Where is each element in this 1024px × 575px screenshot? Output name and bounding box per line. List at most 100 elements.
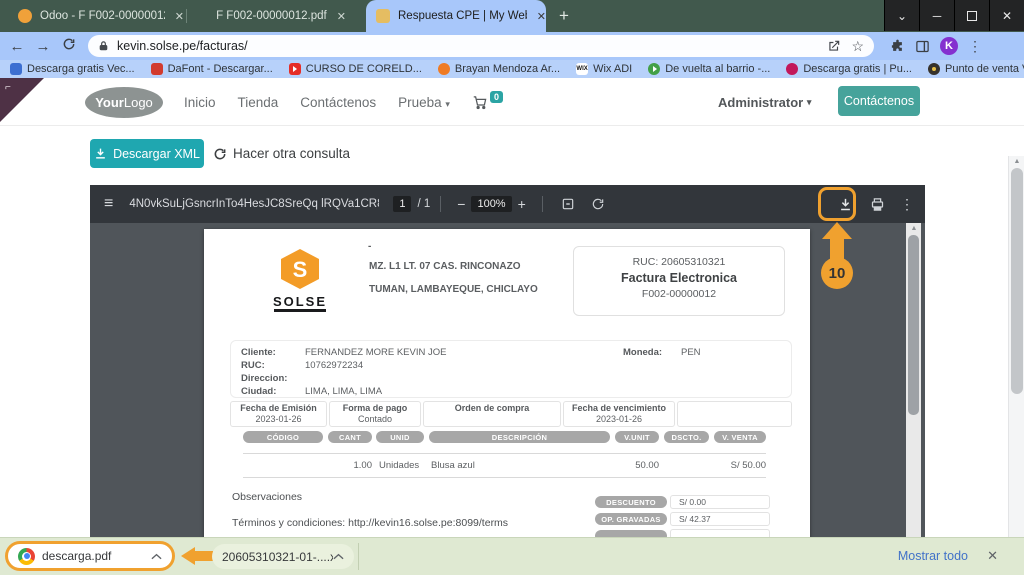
retry-query-button[interactable]: Hacer otra consulta [213, 139, 350, 168]
refresh-icon [213, 147, 227, 161]
pdf-scrollbar-thumb[interactable] [908, 235, 919, 415]
address-bar[interactable]: kevin.solse.pe/facturas/ ☆ [88, 35, 874, 57]
tab-close-icon[interactable]: ✕ [537, 10, 546, 23]
total-taxed-label: OP. GRAVADAS [595, 513, 667, 525]
forward-icon[interactable]: → [30, 38, 56, 55]
bookmark-favicon [928, 63, 940, 75]
youtube-favicon [289, 63, 301, 75]
cart-count-badge: 0 [490, 91, 503, 103]
contact-button[interactable]: Contáctenos [838, 86, 920, 116]
reload-icon[interactable] [56, 37, 82, 55]
back-icon[interactable]: ← [4, 38, 30, 55]
col-vventa: V. VENTA [714, 431, 766, 443]
logo-text-bold: Your [95, 95, 124, 110]
close-downloads-icon[interactable]: ✕ [987, 548, 998, 564]
bookmark-label: De vuelta al barrio -... [665, 63, 770, 75]
bookmark-favicon [10, 63, 22, 75]
close-button[interactable]: ✕ [989, 0, 1024, 31]
bookmarks-bar: Descarga gratis Vec... DaFont - Descarga… [0, 60, 1024, 78]
pdf-page-input[interactable]: 1 [393, 196, 411, 212]
rotate-icon[interactable] [591, 197, 605, 211]
bookmark-favicon [438, 63, 450, 75]
nav-prueba[interactable]: Prueba ▾ [398, 95, 450, 110]
currency-value: PEN [681, 347, 701, 358]
download-chip-pdf[interactable]: descarga.pdf [5, 541, 175, 571]
solse-logo-text: SOLSE [256, 294, 344, 309]
col-cant: CANT [328, 431, 372, 443]
bookmark-item[interactable]: WIXWix ADI [576, 63, 632, 75]
page-scrollbar-thumb[interactable] [1011, 168, 1023, 394]
share-icon[interactable] [827, 39, 841, 53]
bookmark-item[interactable]: CURSO DE CORELD... [289, 63, 422, 75]
fit-page-icon[interactable] [561, 197, 575, 211]
tab-divider [186, 9, 187, 23]
tab-respuesta-cpe[interactable]: Respuesta CPE | My Website ✕ [366, 0, 546, 32]
download-chip-xml[interactable]: 20605310321-01-....xml [212, 544, 354, 569]
bookmark-label: Brayan Mendoza Ar... [455, 63, 560, 75]
pdf-zoom-level[interactable]: 100% [471, 196, 511, 212]
invoice-dates-row: Fecha de Emisión2023-01-26 Forma de pago… [230, 401, 792, 427]
zoom-out-icon[interactable]: − [457, 196, 465, 212]
purchase-order-cell: Orden de compra [423, 401, 561, 427]
chevron-up-icon[interactable] [333, 553, 344, 560]
bookmark-item[interactable]: De vuelta al barrio -... [648, 63, 770, 75]
table-rule [243, 477, 766, 478]
tab-close-icon[interactable]: ✕ [337, 10, 346, 23]
annotation-box-download [818, 187, 856, 221]
page-content: ⌐ YourLogo Inicio Tienda Contáctenos Pru… [0, 78, 1024, 537]
bookmark-item[interactable]: Brayan Mendoza Ar... [438, 63, 560, 75]
pdf-more-icon[interactable]: ⋮ [900, 196, 914, 213]
scroll-up-icon[interactable]: ▲ [1009, 158, 1024, 165]
bookmark-label: CURSO DE CORELD... [306, 63, 422, 75]
bookmark-item[interactable]: Descarga gratis | Pu... [786, 63, 912, 75]
bookmark-favicon [151, 63, 163, 75]
chrome-icon [18, 548, 35, 565]
pdf-menu-icon[interactable]: ≡ [104, 195, 113, 213]
client-box: Cliente: FERNANDEZ MORE KEVIN JOE RUC: 1… [230, 340, 792, 398]
nav-contactenos[interactable]: Contáctenos [300, 95, 376, 110]
pdf-filename: 4N0vkSuLjGsncrInTo4HesJC8SreQq lRQVa1CR8… [129, 198, 379, 210]
bookmark-item[interactable]: Punto de venta Ven... [928, 63, 1024, 75]
zoom-in-icon[interactable]: + [518, 196, 526, 212]
menu-dots-icon[interactable]: ⋮ [968, 38, 982, 55]
bookmark-favicon [648, 63, 660, 75]
terms-text: Términos y condiciones: http://kevin16.s… [232, 517, 508, 529]
page-scrollbar[interactable]: ▲ ▼ [1008, 156, 1024, 537]
table-rule [243, 453, 766, 454]
tab-search-icon[interactable]: ⌄ [884, 0, 919, 31]
pdf-page-count: / 1 [417, 198, 430, 210]
bookmark-label: Punto de venta Ven... [945, 63, 1024, 75]
minimize-button[interactable]: ─ [919, 0, 954, 31]
extensions-icon[interactable] [890, 39, 905, 54]
bookmark-item[interactable]: DaFont - Descargar... [151, 63, 273, 75]
side-panel-icon[interactable] [915, 39, 930, 54]
tab-pdf[interactable]: F F002-00000012.pdf ✕ [198, 0, 364, 32]
bookmark-item[interactable]: Descarga gratis Vec... [10, 63, 135, 75]
client-city: LIMA, LIMA, LIMA [305, 386, 382, 397]
site-logo[interactable]: YourLogo [85, 87, 163, 118]
nav-inicio[interactable]: Inicio [184, 95, 216, 110]
tab-odoo[interactable]: Odoo - F F002-00000012 (Shop/ ✕ [8, 0, 184, 32]
download-xml-button[interactable]: Descargar XML [90, 139, 204, 168]
chevron-up-icon[interactable] [151, 553, 162, 560]
total-partial-value [670, 529, 770, 537]
pdf-scrollbar[interactable]: ▲ [906, 223, 921, 537]
print-icon[interactable] [870, 197, 885, 212]
tab-close-icon[interactable]: ✕ [175, 10, 184, 23]
nav-tienda[interactable]: Tienda [238, 95, 279, 110]
scroll-up-icon[interactable]: ▲ [906, 225, 922, 232]
cart-button[interactable]: 0 [472, 95, 503, 110]
profile-avatar[interactable]: K [940, 37, 958, 55]
odoo-favicon [18, 9, 32, 23]
invoice-page: S SOLSE - MZ. L1 LT. 07 CAS. RINCONAZO T… [204, 229, 810, 537]
maximize-button[interactable] [954, 0, 989, 31]
new-tab-button[interactable]: + [552, 4, 576, 28]
bookmark-star-icon[interactable]: ☆ [851, 38, 864, 55]
currency-label: Moneda: [623, 347, 662, 358]
client-ruc-label: RUC: [241, 360, 265, 371]
client-city-label: Ciudad: [241, 386, 276, 397]
empty-cell [677, 401, 792, 427]
solse-logo-bar [274, 309, 326, 312]
show-all-downloads-link[interactable]: Mostrar todo [898, 549, 968, 563]
account-menu[interactable]: Administrator ▾ [718, 78, 811, 126]
